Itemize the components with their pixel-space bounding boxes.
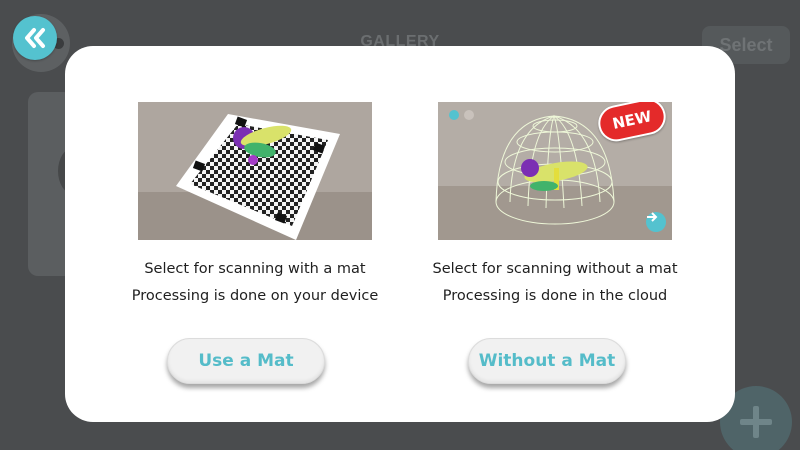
scan-mode-dialog: Select for scanning with a mat Processin… [65, 46, 735, 422]
mini-dot-icon [464, 110, 474, 120]
mini-back-icon [449, 110, 459, 120]
mat-scan-image[interactable] [138, 102, 372, 240]
without-a-mat-button[interactable]: Without a Mat [468, 338, 626, 384]
option-with-mat: Select for scanning with a mat Processin… [105, 102, 405, 310]
option-without-mat: NEW Select for scanning without a mat Pr… [405, 102, 705, 310]
no-mat-description-line1: Select for scanning without a mat [432, 261, 678, 277]
mat-description-line2: Processing is done on your device [131, 288, 379, 304]
no-mat-description-line2: Processing is done in the cloud [442, 288, 668, 304]
arrow-right-icon [646, 212, 666, 232]
no-mat-scan-image[interactable]: NEW [438, 102, 672, 240]
mat-description-line1: Select for scanning with a mat [144, 261, 366, 277]
use-a-mat-button[interactable]: Use a Mat [167, 338, 325, 384]
plus-icon [740, 406, 772, 438]
scanning-mat-illustration [138, 102, 372, 240]
double-chevron-left-icon [25, 28, 45, 48]
no-mat-description: Select for scanning without a mat Proces… [432, 256, 677, 310]
mat-description: Select for scanning with a mat Processin… [132, 256, 379, 310]
back-button[interactable] [13, 16, 57, 60]
